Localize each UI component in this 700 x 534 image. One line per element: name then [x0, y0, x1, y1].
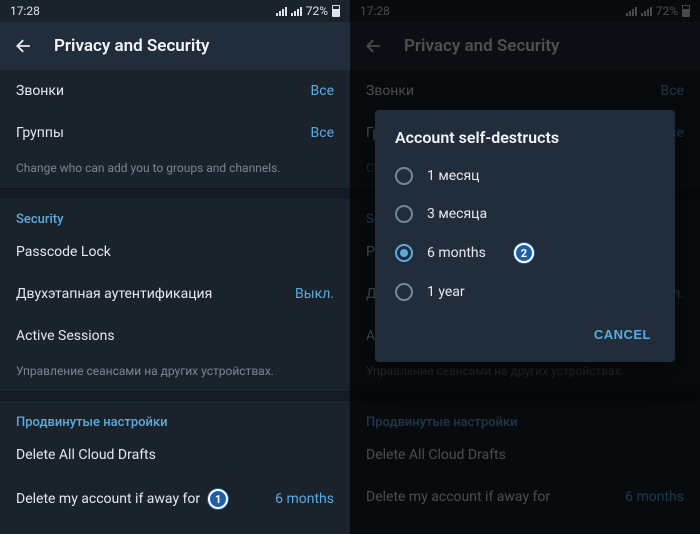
callout-marker-2: 2: [514, 243, 534, 263]
modal-scrim[interactable]: Account self-destructs 1 месяц 3 месяца 6 …: [350, 0, 700, 534]
cancel-button[interactable]: CANCEL: [584, 319, 661, 350]
row-label: Delete All Cloud Drafts: [16, 447, 156, 463]
row-groups[interactable]: Группы Все: [0, 112, 350, 154]
row-sessions[interactable]: Active Sessions: [0, 315, 350, 357]
radio-icon: [395, 205, 413, 223]
radio-label: 6 months: [427, 245, 486, 261]
radio-icon: [395, 244, 413, 262]
callout-marker-1: 1: [208, 489, 228, 509]
row-label: Двухэтапная аутентификация: [16, 286, 212, 302]
status-battery-pct: 72%: [306, 4, 328, 18]
status-indicators: 72%: [276, 4, 340, 18]
radio-option[interactable]: 3 месяца: [375, 195, 675, 233]
row-value: 6 months: [275, 491, 334, 507]
radio-label: 3 месяца: [427, 206, 487, 222]
row-drafts[interactable]: Delete All Cloud Drafts: [0, 434, 350, 476]
wifi-icon: [276, 6, 287, 16]
status-bar: 17:28 72%: [0, 0, 350, 22]
radio-option[interactable]: 1 year: [375, 273, 675, 311]
signal-icon: [291, 6, 302, 16]
radio-icon: [395, 283, 413, 301]
radio-option[interactable]: 1 месяц: [375, 157, 675, 195]
dialog-self-destruct: Account self-destructs 1 месяц 3 месяца 6 …: [375, 110, 675, 362]
row-value: Все: [311, 125, 334, 141]
app-header: Privacy and Security: [0, 22, 350, 70]
radio-label: 1 year: [427, 284, 465, 300]
row-value: Выкл.: [295, 286, 334, 302]
row-delete-account[interactable]: Delete my account if away for 1 6 months: [0, 476, 350, 522]
radio-label: 1 месяц: [427, 168, 479, 184]
section-security: Security: [0, 198, 350, 231]
section-divider: [0, 188, 350, 198]
radio-option[interactable]: 6 months 2: [375, 233, 675, 273]
row-twostep[interactable]: Двухэтапная аутентификация Выкл.: [0, 273, 350, 315]
back-icon[interactable]: [14, 36, 34, 56]
section-divider: [0, 391, 350, 401]
radio-icon: [395, 167, 413, 185]
row-label: Delete my account if away for: [16, 491, 200, 507]
section-advanced: Продвинутые настройки: [0, 401, 350, 434]
row-passcode[interactable]: Passcode Lock: [0, 231, 350, 273]
row-label: Группы: [16, 125, 64, 141]
page-title: Privacy and Security: [54, 36, 209, 56]
caption-groups: Change who can add you to groups and cha…: [0, 154, 350, 188]
row-calls[interactable]: Звонки Все: [0, 70, 350, 112]
row-label: Active Sessions: [16, 328, 115, 344]
row-label: Passcode Lock: [16, 244, 111, 260]
screen-privacy-security: 17:28 72% Privacy and Security Звонки Вс…: [0, 0, 350, 534]
status-time: 17:28: [10, 4, 40, 18]
row-value: Все: [311, 83, 334, 99]
battery-icon: [332, 5, 340, 17]
dialog-title: Account self-destructs: [375, 128, 675, 157]
row-label: Звонки: [16, 83, 64, 99]
caption-sessions: Управление сеансами на других устройства…: [0, 357, 350, 391]
